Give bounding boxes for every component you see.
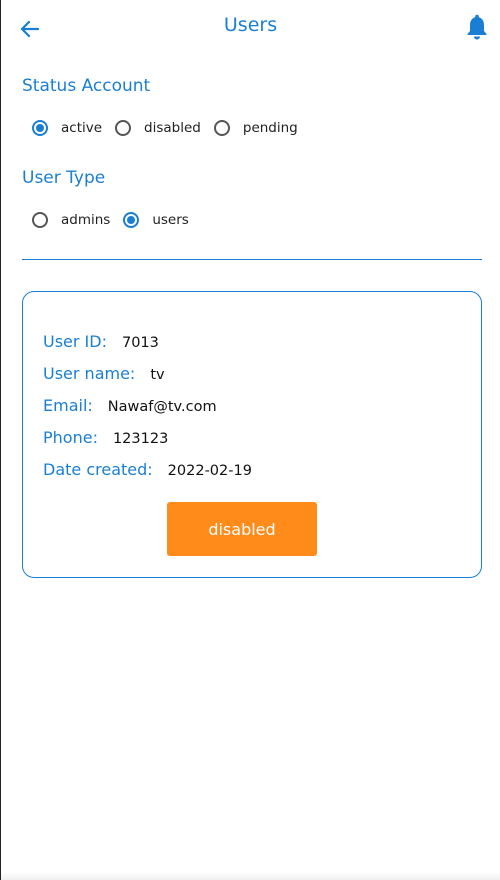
radio-users[interactable] bbox=[123, 212, 140, 228]
status-option-disabled[interactable]: disabled bbox=[115, 120, 214, 136]
radio-active[interactable] bbox=[32, 120, 48, 136]
date-created-value: 2022-02-19 bbox=[167, 463, 252, 479]
phone-label: Phone: bbox=[43, 428, 98, 447]
page-title: Users bbox=[223, 14, 278, 36]
radio-pending[interactable] bbox=[213, 120, 230, 136]
bell-icon bbox=[467, 14, 487, 40]
radio-label-pending: pending bbox=[242, 120, 298, 136]
date-created-label: Date created: bbox=[43, 460, 153, 479]
status-option-active[interactable]: active bbox=[32, 120, 115, 136]
phone-field: Phone: 123123 bbox=[43, 428, 168, 447]
notifications-button[interactable] bbox=[462, 12, 492, 42]
radio-label-users: users bbox=[152, 212, 189, 228]
user-type-title: User Type bbox=[22, 168, 106, 188]
email-field: Email: Nawaf@tv.com bbox=[43, 396, 217, 415]
user-name-label: User name: bbox=[43, 364, 136, 383]
radio-disabled[interactable] bbox=[115, 120, 132, 136]
user-name-field: User name: tv bbox=[43, 364, 165, 383]
user-name-value: tv bbox=[150, 367, 165, 383]
status-option-pending[interactable]: pending bbox=[213, 120, 311, 136]
email-label: Email: bbox=[43, 396, 93, 415]
phone-value: 123123 bbox=[112, 431, 169, 447]
radio-label-disabled: disabled bbox=[144, 120, 201, 136]
bottom-shadow bbox=[1, 872, 500, 880]
radio-label-active: active bbox=[61, 120, 103, 136]
user-id-value: 7013 bbox=[121, 335, 159, 351]
email-value: Nawaf@tv.com bbox=[107, 399, 217, 415]
disable-user-button[interactable]: disabled bbox=[167, 502, 317, 556]
user-type-option-admins[interactable]: admins bbox=[32, 212, 123, 228]
user-type-radio-group: admins users bbox=[32, 209, 202, 231]
divider bbox=[22, 259, 482, 260]
status-account-title: Status Account bbox=[22, 76, 151, 96]
user-id-label: User ID: bbox=[43, 332, 107, 351]
user-id-field: User ID: 7013 bbox=[43, 332, 159, 351]
user-type-option-users[interactable]: users bbox=[123, 212, 201, 228]
user-card: User ID: 7013 User name: tv Email: Nawaf… bbox=[22, 291, 482, 578]
status-account-radio-group: active disabled pending bbox=[32, 117, 311, 139]
app-bar: Users bbox=[1, 0, 500, 56]
date-created-field: Date created: 2022-02-19 bbox=[43, 460, 252, 479]
radio-admins[interactable] bbox=[32, 212, 48, 228]
radio-label-admins: admins bbox=[61, 212, 111, 228]
